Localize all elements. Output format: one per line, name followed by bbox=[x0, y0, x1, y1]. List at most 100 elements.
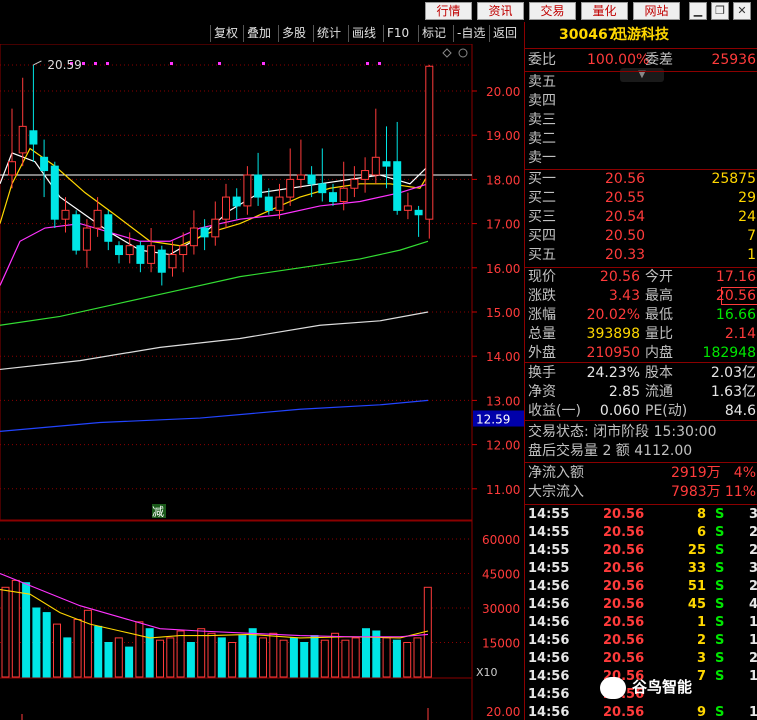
buy-level-3: 买三 20.54 24 bbox=[528, 209, 756, 225]
candle bbox=[371, 108, 380, 184]
tool-stats[interactable]: 统计 bbox=[313, 25, 344, 42]
volume-bar bbox=[392, 639, 401, 678]
candle-body bbox=[350, 178, 359, 189]
volume-bar bbox=[83, 609, 92, 678]
candle-body bbox=[307, 174, 316, 185]
stat2-row: 收益(一) 0.060 PE(动) 84.6 bbox=[528, 403, 756, 419]
tab-market[interactable]: 行情 bbox=[425, 2, 472, 20]
tick-row: 14:56 20.56 2 S 1 bbox=[528, 633, 757, 648]
stock-header: 300467 迅游科技 bbox=[525, 26, 757, 45]
current-price-label: 12.59 bbox=[476, 413, 510, 427]
buy-level-4: 买四 20.50 7 bbox=[528, 228, 756, 244]
tab-site[interactable]: 网站 bbox=[633, 2, 680, 20]
ma120-line bbox=[0, 311, 429, 371]
volume-bar bbox=[269, 632, 278, 678]
volume-bars bbox=[0, 572, 432, 720]
candle-body bbox=[339, 187, 348, 203]
volume-bar bbox=[145, 628, 154, 678]
volume-bar bbox=[413, 637, 422, 678]
candle-body bbox=[254, 174, 263, 198]
tick-row: 14:55 20.56 33 S 3 bbox=[528, 561, 757, 576]
candle bbox=[50, 161, 59, 229]
candle bbox=[286, 148, 295, 206]
volume-bar bbox=[310, 635, 319, 678]
chart-grid bbox=[0, 44, 477, 720]
price-tick-label: 19.00 bbox=[486, 129, 520, 143]
candle-body bbox=[29, 130, 38, 145]
kline-chart[interactable]: 20.00 19.00 18.00 17.00 16.00 15.00 14.00 13.00… bbox=[0, 44, 524, 720]
tab-quant[interactable]: 量化 bbox=[581, 2, 628, 20]
tool-draw[interactable]: 画线 bbox=[348, 25, 379, 42]
candle-body bbox=[125, 245, 134, 256]
stat2-row: 净资 2.85 流通 1.63亿 bbox=[528, 384, 756, 400]
candle bbox=[211, 201, 220, 246]
candle-body bbox=[371, 156, 380, 176]
candle-body bbox=[72, 214, 81, 251]
event-dot bbox=[94, 62, 97, 65]
candle bbox=[361, 157, 370, 193]
candle bbox=[147, 228, 156, 273]
sub-tick-label: 20.00 bbox=[486, 705, 520, 719]
tool-adjust[interactable]: 复权 bbox=[210, 25, 241, 42]
candle bbox=[350, 166, 359, 198]
candle-body bbox=[179, 245, 188, 256]
volume-bar bbox=[125, 646, 134, 678]
event-dot bbox=[378, 62, 381, 65]
tool-overlay[interactable]: 叠加 bbox=[243, 25, 274, 42]
price-frame bbox=[0, 44, 473, 521]
chart-toolbar: 复权 叠加 多股 统计 画线 F10 标记 -自选 返回 bbox=[0, 23, 523, 43]
candle-body bbox=[18, 125, 27, 154]
candle-body bbox=[329, 192, 337, 203]
candle bbox=[168, 241, 177, 277]
volume-bar bbox=[320, 639, 329, 678]
event-dot bbox=[170, 62, 173, 65]
candle-body bbox=[414, 209, 423, 216]
tool-f10[interactable]: F10 bbox=[383, 25, 412, 42]
sell-level-5: 卖五 bbox=[528, 74, 556, 90]
tool-mark[interactable]: 标记 bbox=[418, 25, 449, 42]
stat-row: 总量 393898 量比 2.14 bbox=[528, 326, 756, 342]
volume-bar bbox=[217, 637, 226, 678]
sell-level-1: 卖一 bbox=[528, 150, 556, 166]
vol-tick-label: 15000 bbox=[482, 637, 520, 651]
vol-tick-label: 30000 bbox=[482, 602, 520, 616]
tab-news[interactable]: 资讯 bbox=[477, 2, 524, 20]
volume-bar bbox=[228, 642, 237, 678]
candle-body bbox=[104, 214, 113, 242]
volume-bar bbox=[156, 639, 164, 678]
minimize-icon[interactable]: ▁ bbox=[689, 2, 707, 20]
tab-trade[interactable]: 交易 bbox=[529, 2, 576, 20]
volume-bar bbox=[279, 639, 288, 678]
tick-row: 14:55 20.56 8 S 3 bbox=[528, 507, 757, 522]
volume-bar bbox=[42, 612, 51, 678]
candle bbox=[179, 232, 188, 273]
quote-panel: 300467 迅游科技 委比 100.00% 委差 25936 ▼ 卖五 卖四 卖三… bbox=[524, 22, 757, 720]
tool-watchlist[interactable]: -自选 bbox=[453, 25, 488, 42]
volume-bar bbox=[114, 637, 123, 678]
candle-body bbox=[8, 161, 16, 176]
candle-body bbox=[61, 209, 70, 220]
diamond-icon bbox=[442, 48, 452, 58]
event-dot bbox=[366, 62, 369, 65]
candle-body bbox=[50, 165, 59, 220]
close-icon[interactable]: ✕ bbox=[733, 2, 751, 20]
volume-bar bbox=[11, 579, 20, 678]
candle-body bbox=[168, 254, 177, 269]
tick-row: 14:56 20.56 9 S 1 bbox=[528, 705, 757, 720]
price-tick-label: 11.00 bbox=[486, 483, 520, 497]
tick-row: 14:55 20.56 6 S 2 bbox=[528, 525, 757, 540]
restore-icon[interactable]: ❐ bbox=[711, 2, 729, 20]
tool-multi[interactable]: 多股 bbox=[278, 25, 309, 42]
candle bbox=[115, 241, 123, 264]
watermark: 谷鸟智能 bbox=[600, 672, 750, 702]
candle-body bbox=[286, 178, 295, 198]
volume-bar bbox=[341, 639, 350, 678]
high-label: 20.59 bbox=[47, 58, 81, 72]
after-hours: 盘后交易量 2 额 4112.00 bbox=[528, 443, 693, 459]
high-pointer bbox=[33, 60, 42, 66]
price-tick-label: 16.00 bbox=[486, 262, 520, 276]
tool-back[interactable]: 返回 bbox=[489, 25, 520, 42]
volume-bar bbox=[104, 642, 113, 678]
stat-row: 涨幅 20.02% 最低 16.66 bbox=[528, 307, 756, 323]
candle-body bbox=[40, 156, 49, 172]
